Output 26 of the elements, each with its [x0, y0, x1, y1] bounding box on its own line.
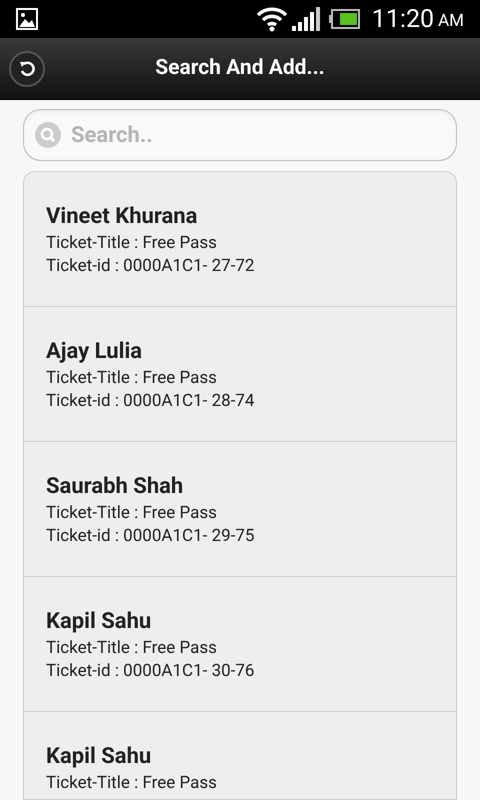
ticket-detail: Ticket-Title : Free Pass — [46, 637, 218, 660]
undo-icon — [18, 60, 36, 78]
ticket-detail: Ticket-Title : Free Pass — [46, 367, 218, 390]
ticket-detail: Ticket-id : 0000A1C1- 27-72 — [46, 255, 256, 278]
clock-period: AM — [438, 12, 464, 30]
search-field[interactable]: Search.. — [23, 109, 457, 161]
wifi-icon — [256, 6, 288, 32]
ticket-detail: Ticket-Title : Free Pass — [46, 772, 218, 795]
page-title: Search And Add... — [154, 54, 326, 82]
contact-name: Ajay Lulia — [46, 338, 144, 366]
battery-icon — [328, 9, 360, 29]
image-icon — [16, 8, 38, 30]
ticket-detail: Ticket-Title : Free Pass — [46, 502, 218, 525]
ticket-detail: Ticket-id : 0000A1C1- 28-74 — [46, 390, 256, 413]
contact-name: Kapil Sahu — [46, 608, 152, 636]
search-icon — [35, 122, 61, 148]
signal-icon — [292, 7, 320, 31]
back-button[interactable] — [9, 51, 45, 87]
contact-name: Kapil Sahu — [46, 743, 152, 771]
ticket-detail: Ticket-id : 0000A1C1- 29-75 — [46, 525, 256, 548]
contact-row[interactable]: Vineet Khurana Ticket-Title : Free Pass Ticket-id : 0000A1C1- 27-72 — [24, 172, 456, 307]
contact-name: Saurabh Shah — [46, 473, 184, 501]
ticket-detail: Ticket-Title : Free Pass — [46, 232, 218, 255]
ticket-detail: Ticket-id : 0000A1C1- 30-76 — [46, 660, 256, 683]
clock: 11:20 — [372, 6, 434, 32]
contact-name: Vineet Khurana — [46, 203, 198, 231]
